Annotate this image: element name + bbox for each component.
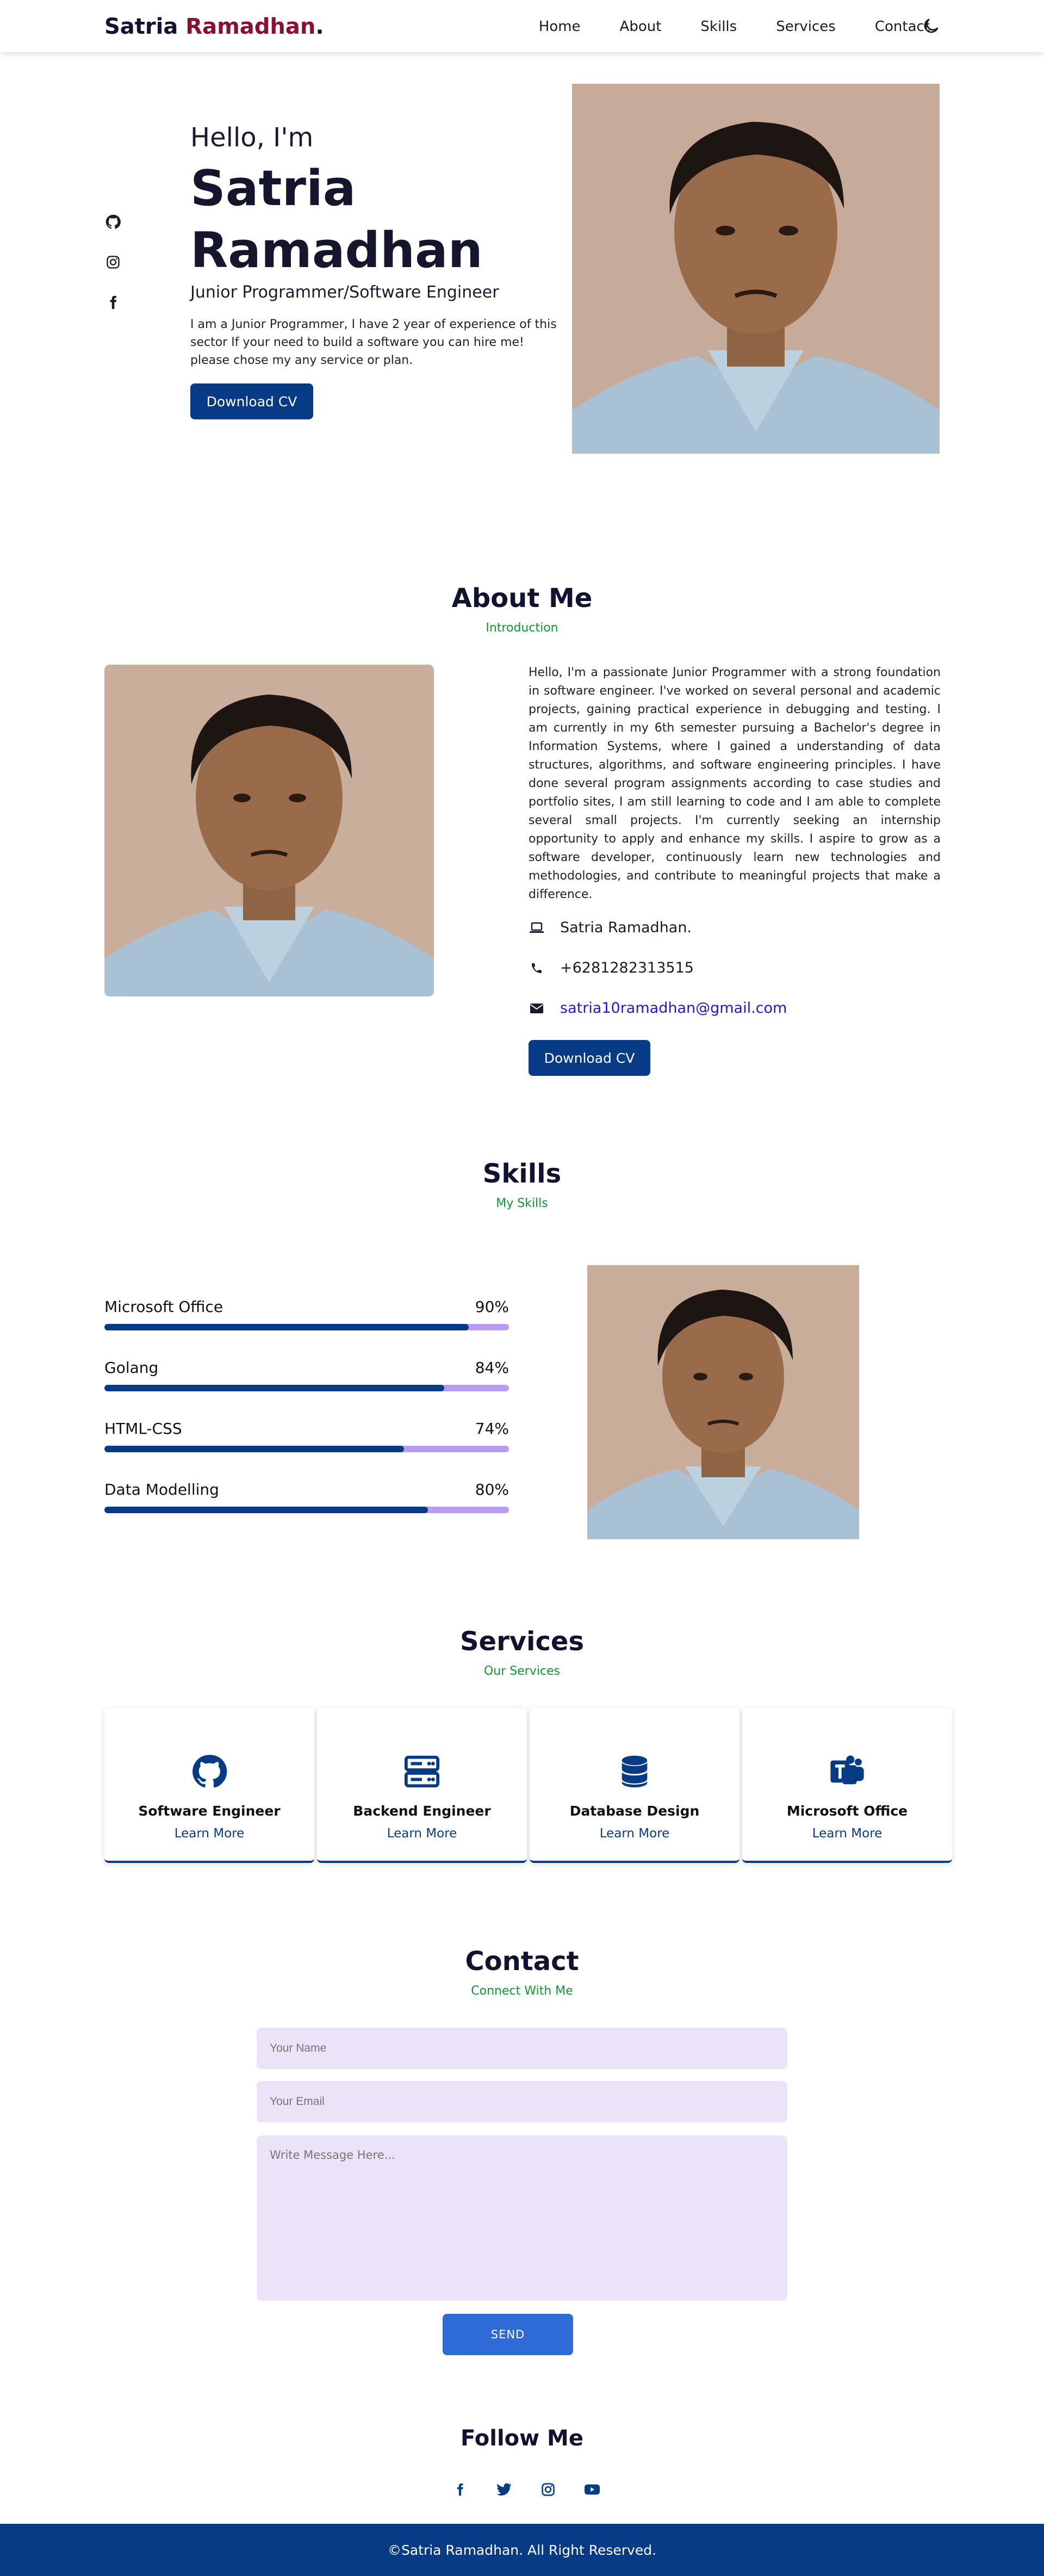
about-description: Hello, I'm a passionate Junior Programme… [529,666,941,901]
skill-percent: 80% [475,1481,509,1498]
hero-role: Junior Programmer/Software Engineer [190,283,499,302]
about-subtitle: Introduction [486,621,558,635]
email-input[interactable] [257,2081,787,2122]
about-download-cv-button[interactable]: Download CV [529,1040,650,1076]
about-phone-value: +6281282313515 [560,959,694,976]
nav-skills[interactable]: Skills [700,18,737,35]
skill-percent: 74% [475,1420,509,1438]
server-icon [403,1753,441,1791]
skill-progress-fill [104,1385,444,1391]
skill-name: Golang [104,1359,159,1377]
instagram-icon[interactable] [104,253,122,271]
skills-subtitle: My Skills [496,1197,548,1210]
moon-icon[interactable] [921,16,941,36]
services-subtitle: Our Services [483,1664,561,1678]
hero-portrait-photo [572,84,940,454]
message-textarea[interactable] [257,2135,787,2301]
laptop-icon [529,920,545,936]
skill-progress-bar [104,1507,509,1513]
portfolio-page: Satria Ramadhan. Home About Skills Servi… [0,0,1044,2576]
skill-progress-fill [104,1446,404,1452]
skills-portrait-photo [587,1265,859,1539]
teams-icon [828,1753,866,1791]
about-portrait-photo [104,665,434,996]
service-card-backend-engineer[interactable]: Backend Engineer Learn More [317,1708,527,1863]
service-card-software-engineer[interactable]: Software Engineer Learn More [104,1708,314,1863]
skills-title: Skills [482,1159,562,1189]
mail-icon [529,1000,545,1017]
service-learn-more-link[interactable]: Learn More [530,1826,739,1841]
database-icon [616,1753,654,1791]
skill-percent: 84% [475,1359,509,1377]
service-title: Microsoft Office [786,1803,908,1819]
github-icon [190,1753,228,1791]
service-learn-more-link[interactable]: Learn More [317,1826,527,1841]
follow-title: Follow Me [461,2426,583,2451]
hero-greeting: Hello, I'm [190,122,314,153]
youtube-icon[interactable] [583,2480,601,2499]
service-learn-more-link[interactable]: Learn More [742,1826,952,1841]
logo-dot: . [315,14,324,39]
about-name-row: Satria Ramadhan. [529,919,692,936]
skill-progress-fill [104,1507,428,1513]
about-title: About Me [451,583,593,614]
logo-first-name: Satria [104,14,178,39]
services-title: Services [459,1626,585,1657]
service-card-microsoft-office[interactable]: Microsoft Office Learn More [742,1708,952,1863]
service-learn-more-link[interactable]: Learn More [104,1826,314,1841]
footer-copyright: ©Satria Ramadhan. All Right Reserved. [387,2542,657,2558]
phone-icon [529,960,545,976]
hero-name: Satria Ramadhan [190,160,483,279]
facebook-icon[interactable] [104,294,122,311]
skill-name: Data Modelling [104,1481,219,1498]
site-footer: ©Satria Ramadhan. All Right Reserved. [0,2524,1044,2576]
name-input[interactable] [257,2028,787,2069]
skill-name: HTML-CSS [104,1420,182,1438]
skill-percent: 90% [475,1298,509,1316]
contact-title: Contact [465,1946,579,1977]
about-email-link[interactable]: satria10ramadhan@gmail.com [560,1000,787,1017]
nav-about[interactable]: About [620,18,662,35]
nav-services[interactable]: Services [776,18,836,35]
hero-download-cv-button[interactable]: Download CV [190,383,313,419]
github-icon[interactable] [104,213,122,231]
service-title: Software Engineer [138,1803,281,1819]
twitter-icon[interactable] [495,2480,513,2499]
hero-description: I am a Junior Programmer, I have 2 year … [190,318,557,367]
service-title: Backend Engineer [353,1803,491,1819]
about-email-row: satria10ramadhan@gmail.com [529,1000,787,1017]
skill-progress-fill [104,1324,469,1330]
logo-last-name: Ramadhan [185,14,316,39]
service-title: Database Design [569,1803,700,1819]
nav-home[interactable]: Home [539,18,581,35]
skill-name: Microsoft Office [104,1298,223,1316]
skill-progress-bar [104,1385,509,1391]
send-button[interactable]: SEND [443,2314,573,2355]
site-logo[interactable]: Satria Ramadhan. [104,14,324,39]
site-header: Satria Ramadhan. Home About Skills Servi… [0,0,1044,52]
about-name-value: Satria Ramadhan. [560,919,692,936]
service-card-database-design[interactable]: Database Design Learn More [530,1708,739,1863]
main-nav: Home About Skills Services Contact [500,18,930,35]
about-phone-row: +6281282313515 [529,959,694,976]
skill-progress-bar [104,1446,509,1452]
skill-progress-bar [104,1324,509,1330]
instagram-icon[interactable] [539,2480,557,2499]
contact-subtitle: Connect With Me [471,1984,573,1998]
facebook-icon[interactable] [451,2480,469,2499]
